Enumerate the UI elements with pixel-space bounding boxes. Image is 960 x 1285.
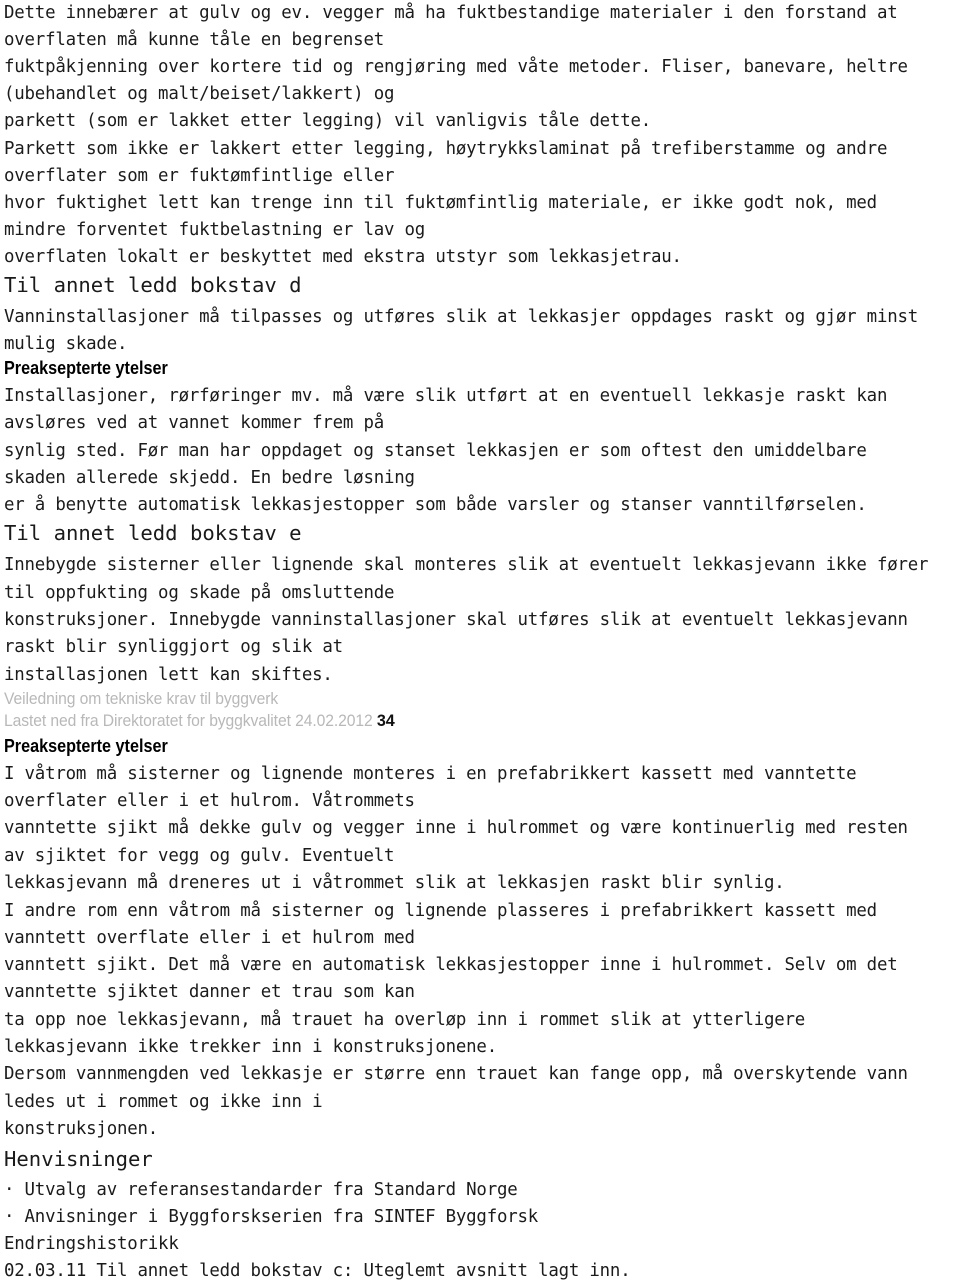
section-heading: Henvisninger: [4, 1147, 153, 1171]
body-text-line: synlig sted. Før man har oppdaget og sta…: [4, 441, 867, 461]
body-text-line: Endringshistorikk: [4, 1234, 179, 1254]
body-text-line: lekkasjevann ikke trekker inn i konstruk…: [4, 1037, 497, 1057]
body-text-line: konstruksjoner. Innebygde vanninstallasj…: [4, 610, 908, 630]
body-text-line: overflaten må kunne tåle en begrenset: [4, 30, 384, 50]
body-text-line: overflater eller i et hulrom. Våtrommets: [4, 791, 415, 811]
body-text-line: overflaten lokalt er beskyttet med ekstr…: [4, 247, 682, 267]
reference-list-item: · Anvisninger i Byggforskserien fra SINT…: [4, 1207, 539, 1227]
body-text-line: (ubehandlet og malt/beiset/lakkert) og: [4, 84, 395, 104]
reference-list-item: · Utvalg av referansestandarder fra Stan…: [4, 1180, 518, 1200]
footer-watermark-line: Veiledning om tekniske krav til byggverk: [4, 690, 279, 708]
body-text-line: installasjonen lett kan skiftes.: [4, 665, 333, 685]
body-text-line: parkett (som er lakket etter legging) vi…: [4, 111, 652, 131]
body-text-line: fuktpåkjenning over kortere tid og rengj…: [4, 57, 908, 77]
section-heading: Til annet ledd bokstav e: [4, 521, 302, 545]
body-text-line: er å benytte automatisk lekkasjestopper …: [4, 495, 867, 515]
body-text-line: konstruksjonen.: [4, 1119, 159, 1139]
body-text-line: av sjiktet for vegg og gulv. Eventuelt: [4, 846, 395, 866]
body-text-line: hvor fuktighet lett kan trenge inn til f…: [4, 193, 877, 213]
body-text-line: vanntette sjiktet danner et trau som kan: [4, 982, 415, 1002]
body-text-line: Innebygde sisterner eller lignende skal …: [4, 555, 929, 575]
body-text-line: lekkasjevann må dreneres ut i våtrommet …: [4, 873, 785, 893]
body-text-line: mulig skade.: [4, 334, 128, 354]
body-text-line: mindre forventet fuktbelastning er lav o…: [4, 220, 426, 240]
body-text-line: til oppfukting og skade på omsluttende: [4, 583, 395, 603]
body-text-line: Dersom vannmengden ved lekkasje er størr…: [4, 1064, 908, 1084]
body-text-line: ta opp noe lekkasjevann, må trauet ha ov…: [4, 1010, 806, 1030]
page-number: 34: [376, 711, 395, 730]
body-text-line: raskt blir synliggjort og slik at: [4, 637, 343, 657]
body-text-line: 02.03.11 Til annet ledd bokstav c: Utegl…: [4, 1261, 631, 1281]
body-text-line: vanntette sjikt må dekke gulv og vegger …: [4, 818, 908, 838]
body-text-line: I våtrom må sisterner og lignende monter…: [4, 764, 857, 784]
body-text-line: ledes ut i rommet og ikke inn i: [4, 1092, 323, 1112]
body-text-line: skaden allerede skjedd. En bedre løsning: [4, 468, 415, 488]
footer-download-line: Lastet ned fra Direktoratet for byggkval…: [4, 711, 395, 730]
body-text-line: vanntett sjikt. Det må være en automatis…: [4, 955, 898, 975]
body-text-line: Dette innebærer at gulv og ev. vegger må…: [4, 3, 898, 23]
subsection-heading: Preaksepterte ytelser: [4, 357, 168, 378]
document-page: Dette innebærer at gulv og ev. vegger må…: [0, 0, 960, 1285]
body-text-line: overflater som er fuktømfintlige eller: [4, 166, 395, 186]
section-heading: Til annet ledd bokstav d: [4, 273, 302, 297]
body-text-line: avsløres ved at vannet kommer frem på: [4, 413, 384, 433]
body-text-line: Parkett som ikke er lakkert etter leggin…: [4, 139, 888, 159]
subsection-heading: Preaksepterte ytelser: [4, 735, 168, 756]
body-text-line: Vanninstallasjoner må tilpasses og utfør…: [4, 307, 919, 327]
body-text-line: vanntett overflate eller i et hulrom med: [4, 928, 415, 948]
body-text-line: I andre rom enn våtrom må sisterner og l…: [4, 901, 877, 921]
body-text-line: Installasjoner, rørføringer mv. må være …: [4, 386, 888, 406]
